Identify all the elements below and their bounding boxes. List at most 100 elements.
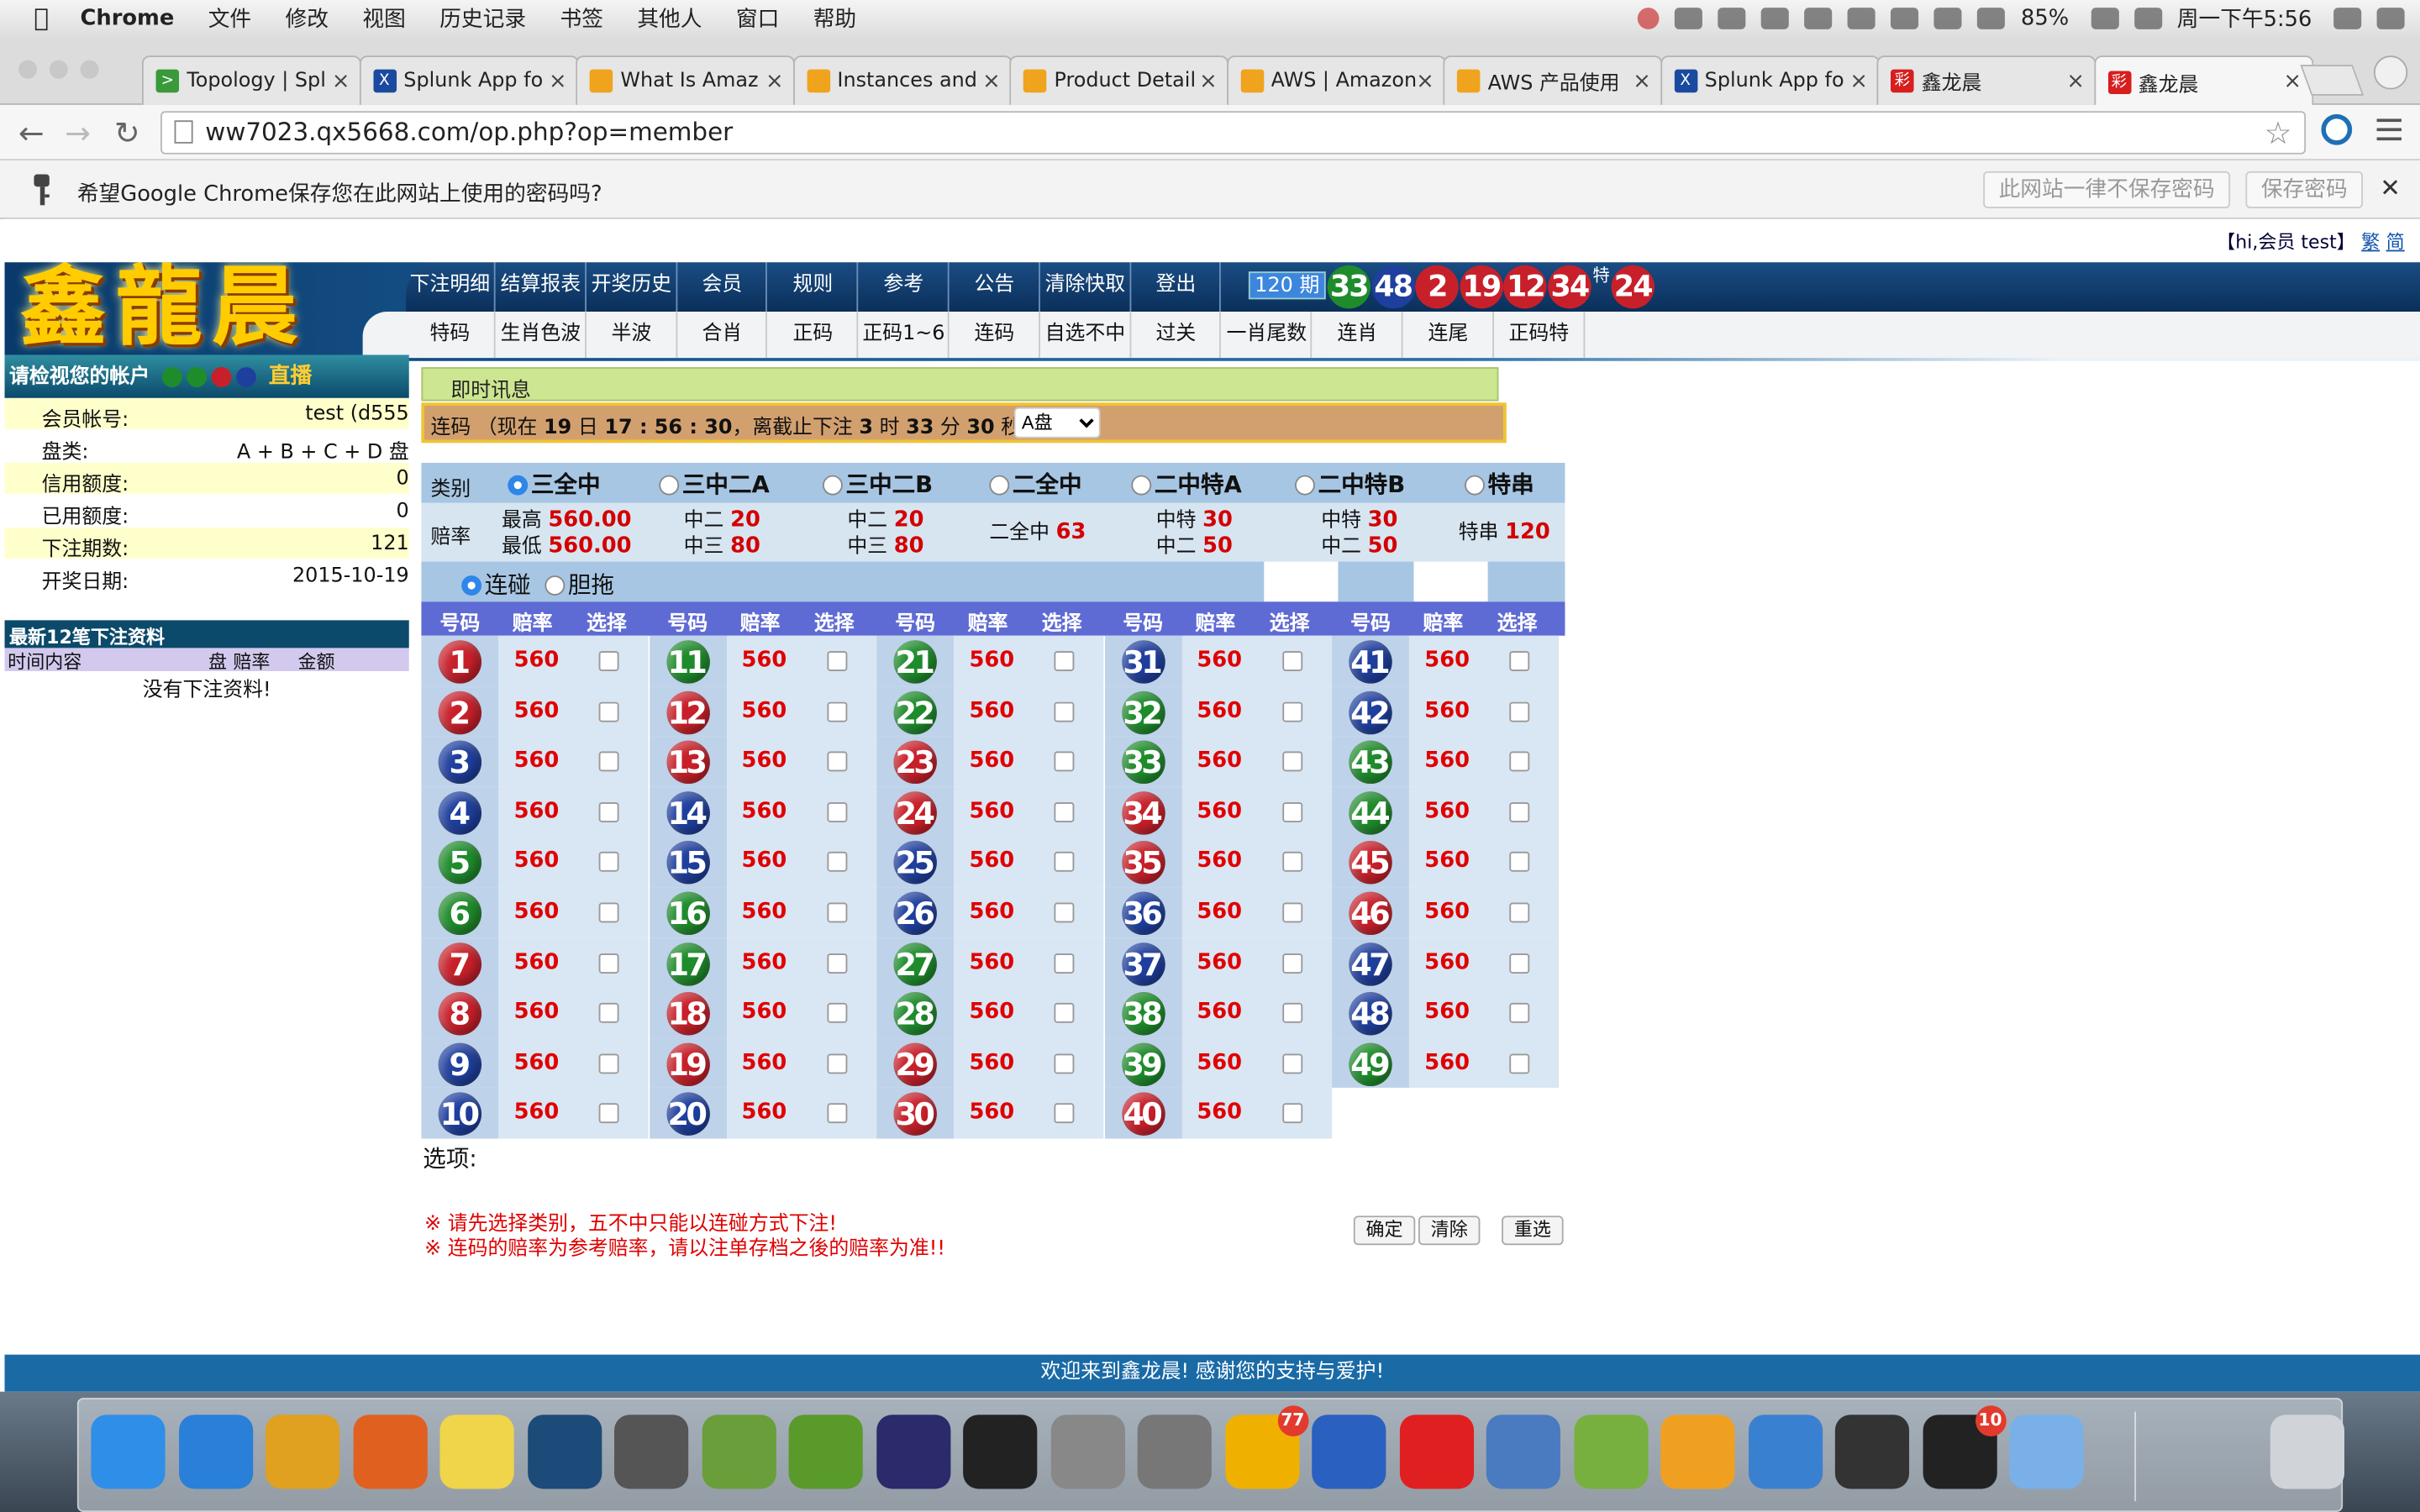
select-checkbox[interactable] [1509,902,1530,923]
clear-button[interactable]: 清除 [1418,1215,1481,1246]
browser-tab[interactable]: X Splunk App fo × [359,55,578,105]
tab-close-icon[interactable]: × [1416,69,1444,93]
select-checkbox[interactable] [1509,651,1530,671]
clock[interactable]: 周一下午5:56 [2177,3,2312,34]
select-checkbox[interactable] [1509,852,1530,873]
menu-edit[interactable]: 修改 [286,3,329,34]
category-option[interactable]: 二中特A [1131,468,1242,501]
lang-traditional-link[interactable]: 繁 [2361,232,2380,254]
subnav-11[interactable]: 连尾 [1404,312,1494,359]
nav-5[interactable]: 参考 [860,259,950,312]
select-checkbox[interactable] [598,1003,619,1024]
select-checkbox[interactable] [1509,953,1530,974]
select-checkbox[interactable] [1509,1053,1530,1074]
select-checkbox[interactable] [598,902,619,923]
select-checkbox[interactable] [598,801,619,822]
subnav-5[interactable]: 正码1~6 [860,312,950,359]
subnav-1[interactable]: 生肖色波 [497,312,587,359]
virtualbox-icon[interactable] [1486,1415,1560,1489]
subnav-2[interactable]: 半波 [587,312,677,359]
tab-close-icon[interactable]: × [982,69,1010,93]
select-checkbox[interactable] [1054,1003,1075,1024]
filezilla2-icon[interactable] [788,1415,863,1489]
select-checkbox[interactable] [826,801,847,822]
radio-icon[interactable] [544,575,566,596]
mode-dantuo[interactable]: 胆拖 [544,568,614,601]
select-checkbox[interactable] [1054,953,1075,974]
radio-icon[interactable] [461,575,482,596]
filezilla1-icon[interactable] [701,1415,776,1489]
select-checkbox[interactable] [826,651,847,671]
select-checkbox[interactable] [826,701,847,722]
safari-icon[interactable] [178,1415,253,1489]
profile-icon[interactable] [2373,55,2408,90]
browser-tab[interactable]: AWS 产品使用 × [1443,55,1663,105]
radio-icon[interactable] [508,475,529,496]
radio-icon[interactable] [1131,475,1152,496]
select-checkbox[interactable] [598,1053,619,1074]
input-source-icon[interactable] [2133,8,2162,29]
select-checkbox[interactable] [826,1003,847,1024]
subnav-4[interactable]: 正码 [769,312,859,359]
subnav-9[interactable]: 一肖尾数 [1223,312,1313,359]
select-checkbox[interactable] [1054,701,1075,722]
menu-app-name[interactable]: Chrome [81,6,175,30]
status-app-icon[interactable] [1761,8,1790,29]
notification-center-icon[interactable] [2376,8,2405,29]
select-checkbox[interactable] [1054,852,1075,873]
status-app-icon[interactable] [1804,8,1833,29]
chrome-icon[interactable] [265,1415,340,1489]
eclipse-icon[interactable] [876,1415,950,1489]
close-icon[interactable]: ✕ [2380,173,2401,202]
qq-icon[interactable]: 10 [1922,1405,2006,1489]
select-checkbox[interactable] [598,852,619,873]
tab-close-icon[interactable]: × [1633,69,1660,93]
select-checkbox[interactable] [1281,953,1302,974]
select-checkbox[interactable] [1281,902,1302,923]
tab-close-icon[interactable]: × [1199,69,1227,93]
mou-icon[interactable] [1050,1415,1125,1489]
nav-4[interactable]: 规则 [769,259,859,312]
apple-icon[interactable]:  [34,5,58,30]
mode-lianpeng[interactable]: 连碰 [461,568,531,601]
address-bar[interactable]: ww7023.qx5668.com/op.php?op=member ☆ [160,111,2307,155]
select-checkbox[interactable] [826,1053,847,1074]
close-window-button[interactable] [18,60,38,79]
new-tab-button[interactable] [2300,65,2365,96]
sublime-icon[interactable] [614,1415,689,1489]
select-checkbox[interactable] [1509,801,1530,822]
select-checkbox[interactable] [1281,751,1302,772]
select-checkbox[interactable] [1281,1103,1302,1124]
select-checkbox[interactable] [826,852,847,873]
browser-tab[interactable]: > Topology | Spl × [141,55,361,105]
menu-people[interactable]: 其他人 [637,3,702,34]
nav-3[interactable]: 会员 [678,259,768,312]
select-checkbox[interactable] [1281,701,1302,722]
radio-icon[interactable] [1465,475,1485,496]
tab-close-icon[interactable]: × [549,69,576,93]
nav-2[interactable]: 开奖历史 [587,259,677,312]
menu-help[interactable]: 帮助 [813,3,856,34]
category-option[interactable]: 三中二B [822,468,933,501]
nav-0[interactable]: 下注明细 [406,259,496,312]
messages-icon[interactable] [1312,1415,1386,1489]
select-checkbox[interactable] [1054,801,1075,822]
wifi-icon[interactable] [1977,8,2006,29]
status-app-icon[interactable] [1718,8,1747,29]
radio-icon[interactable] [1295,475,1315,496]
firefox-icon[interactable] [352,1415,427,1489]
menu-file[interactable]: 文件 [208,3,251,34]
tab-close-icon[interactable]: × [2066,69,2094,93]
reset-button[interactable]: 重选 [1502,1215,1564,1246]
tab-close-icon[interactable]: × [1849,69,1877,93]
sketch-icon[interactable] [1660,1415,1735,1489]
finder-icon[interactable] [91,1415,166,1489]
forward-arrow-icon[interactable]: → [65,114,91,151]
select-checkbox[interactable] [1054,651,1075,671]
zoom-window-button[interactable] [80,60,99,79]
browser-tab[interactable]: X Splunk App fo × [1660,55,1880,105]
menu-window[interactable]: 窗口 [736,3,779,34]
browser-tab[interactable]: Product Detail × [1009,55,1229,105]
stickies-icon[interactable] [439,1415,514,1489]
subnav-6[interactable]: 连码 [950,312,1040,359]
